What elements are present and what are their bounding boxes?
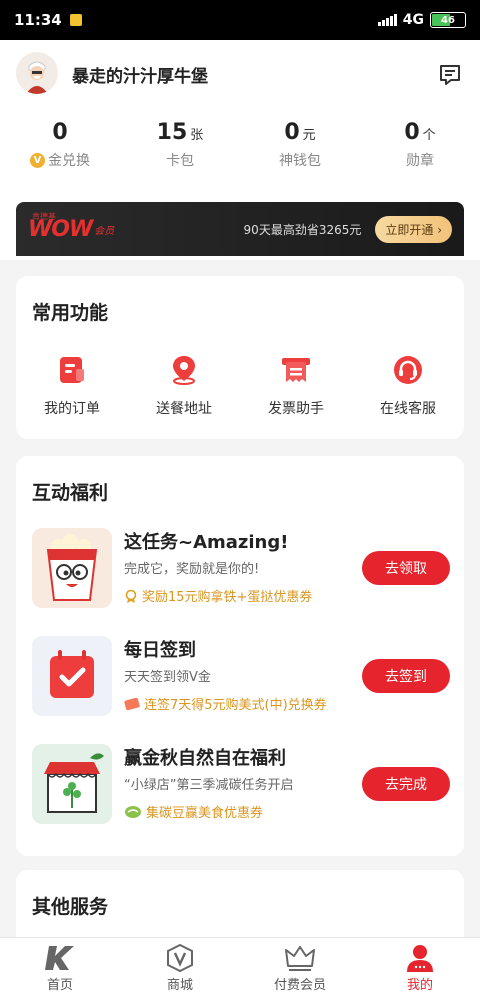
carbon-bean-icon — [125, 805, 141, 818]
stat-unit: 个 — [422, 128, 436, 143]
wow-logo-sub: 会员 — [94, 225, 115, 237]
open-membership-button[interactable]: 立即开通 › — [375, 215, 452, 243]
open-membership-label: 立即开通 — [385, 222, 434, 237]
task-desc: 完成它，奖励就是你的! — [124, 562, 260, 577]
stat-gold-exchange[interactable]: 0 V 金兑换 — [0, 118, 120, 170]
banner-brand-top: 肯德基 — [32, 212, 56, 221]
task-reward: 连签7天得5元购美式(中)兑换券 — [124, 694, 327, 713]
tab-label: 商城 — [166, 978, 193, 993]
stat-card-pack[interactable]: 15 张 卡包 — [120, 118, 240, 170]
stat-value: 0 — [284, 120, 300, 145]
common-functions-card: 常用功能 我的订单 送餐地址 发票助手 在线客服 — [16, 276, 464, 439]
tab-label: 我的 — [406, 978, 433, 993]
stat-unit: 张 — [190, 128, 204, 143]
task-item-daily-checkin: 每日签到 天天签到领V金 连签7天得5元购美式(中)兑换券 去签到 — [32, 636, 452, 718]
complete-button[interactable]: 去完成 — [362, 767, 450, 801]
func-invoice-assistant[interactable]: 发票助手 — [240, 354, 352, 418]
benefits-title: 互动福利 — [32, 482, 109, 504]
banner-text: 90天最高劲省3265元 — [243, 222, 362, 237]
task-reward: 奖励15元购拿铁+蛋挞优惠券 — [124, 586, 312, 605]
order-icon — [56, 354, 88, 386]
k-logo-icon — [45, 944, 75, 972]
task-title: 这任务~Amazing! — [124, 532, 289, 553]
stat-unit: 元 — [302, 128, 316, 143]
popcorn-bucket-icon — [32, 528, 112, 608]
calendar-check-icon — [32, 636, 112, 716]
func-my-orders[interactable]: 我的订单 — [16, 354, 128, 418]
battery-level: 46 — [441, 14, 455, 26]
crown-icon — [285, 944, 315, 972]
network-type: 4G — [402, 12, 424, 28]
func-delivery-address[interactable]: 送餐地址 — [128, 354, 240, 418]
v-coin-icon: V — [30, 152, 45, 168]
stat-label: 卡包 — [166, 153, 194, 169]
func-label: 送餐地址 — [156, 401, 212, 417]
ticket-icon — [124, 697, 140, 710]
interactive-benefits-card: 互动福利 这任务~Amazing! 完成它，奖励就是你的! 奖励15元购拿铁+蛋… — [16, 456, 464, 856]
stat-label: 金兑换 — [48, 153, 90, 169]
username: 暴走的汁汁厚牛堡 — [72, 67, 208, 87]
func-label: 发票助手 — [268, 401, 324, 417]
tab-paid-membership[interactable]: 付费会员 — [240, 938, 360, 999]
stat-value: 0 — [404, 120, 420, 145]
bottom-tab-bar: 首页 商城 付费会员 我的 — [0, 937, 480, 999]
tab-mall[interactable]: 商城 — [120, 938, 240, 999]
task-desc: “小绿店”第三季减碳任务开启 — [124, 778, 294, 793]
medal-icon — [125, 589, 137, 603]
checkin-button[interactable]: 去签到 — [362, 659, 450, 693]
tab-mine[interactable]: 我的 — [360, 938, 480, 999]
claim-button[interactable]: 去领取 — [362, 551, 450, 585]
stat-value: 0 — [52, 120, 68, 145]
other-services-title: 其他服务 — [32, 896, 109, 918]
stat-label: 勋章 — [406, 153, 434, 169]
func-online-service[interactable]: 在线客服 — [352, 354, 464, 418]
stats-row: 0 V 金兑换 15 张 卡包 0元 神钱包 0个 勋章 — [0, 118, 480, 170]
tab-label: 付费会员 — [273, 978, 326, 993]
invoice-icon — [280, 354, 312, 386]
green-store-icon — [32, 744, 112, 824]
task-reward: 集碳豆赢美食优惠券 — [124, 802, 263, 821]
stat-label: 神钱包 — [279, 153, 321, 169]
person-icon — [405, 944, 435, 972]
stat-medals[interactable]: 0个 勋章 — [360, 118, 480, 170]
task-reward-text: 连签7天得5元购美式(中)兑换券 — [144, 698, 327, 713]
status-bar: 11:34 4G 46 — [0, 0, 480, 40]
task-item-green-store: 赢金秋自然自在福利 “小绿店”第三季减碳任务开启 集碳豆赢美食优惠券 去完成 — [32, 744, 452, 826]
tab-label: 首页 — [46, 978, 73, 993]
status-time: 11:34 — [14, 11, 62, 29]
task-desc: 天天签到领V金 — [124, 670, 211, 685]
task-reward-text: 奖励15元购拿铁+蛋挞优惠券 — [142, 590, 313, 605]
func-label: 在线客服 — [380, 401, 436, 417]
battery-icon: 46 — [430, 12, 466, 28]
task-title: 每日签到 — [124, 640, 196, 661]
location-pin-icon — [168, 354, 200, 386]
func-label: 我的订单 — [44, 401, 100, 417]
stat-value: 15 — [156, 120, 188, 145]
v-badge-icon — [165, 943, 195, 973]
signal-icon — [377, 14, 397, 26]
message-icon[interactable] — [438, 64, 462, 86]
stat-wallet[interactable]: 0元 神钱包 — [240, 118, 360, 170]
task-reward-text: 集碳豆赢美食优惠券 — [146, 806, 264, 821]
common-functions-title: 常用功能 — [32, 302, 109, 324]
wow-membership-banner[interactable]: 肯德基 WOW 会员 90天最高劲省3265元 立即开通 › — [16, 202, 464, 256]
notification-icon — [69, 14, 82, 26]
tab-home[interactable]: 首页 — [0, 938, 120, 999]
task-title: 赢金秋自然自在福利 — [124, 748, 286, 769]
headset-icon — [392, 354, 424, 386]
task-item-amazing: 这任务~Amazing! 完成它，奖励就是你的! 奖励15元购拿铁+蛋挞优惠券 … — [32, 528, 452, 610]
avatar[interactable] — [16, 52, 58, 94]
